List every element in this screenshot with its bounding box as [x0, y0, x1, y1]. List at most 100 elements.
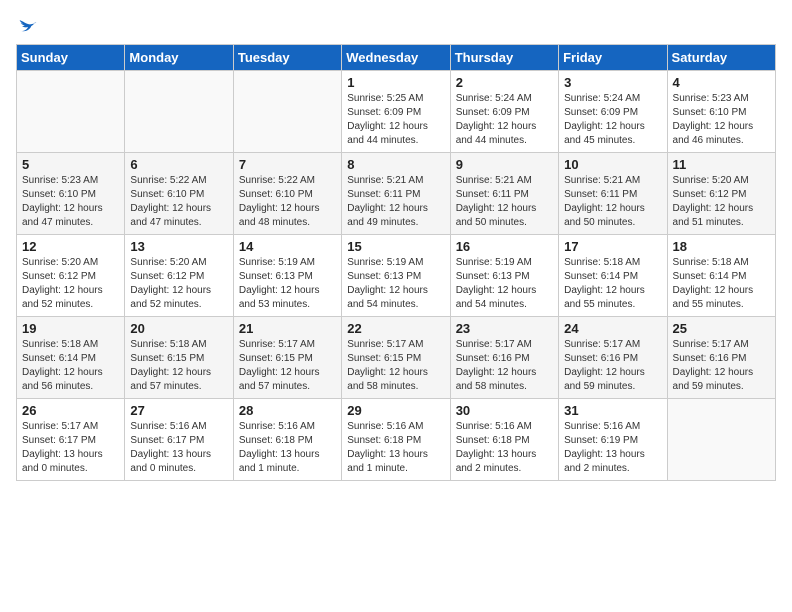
calendar-cell: 14Sunrise: 5:19 AM Sunset: 6:13 PM Dayli…: [233, 235, 341, 317]
calendar-cell: 19 Sunrise: 5:18 AM Sunset: 6:14 PM Dayli…: [17, 317, 125, 399]
day-number: 12: [22, 239, 119, 254]
day-number: 22: [347, 321, 444, 336]
calendar-cell: 31 Sunrise: 5:16 AM Sunset: 6:19 PM Dayli…: [559, 399, 667, 481]
day-number: 1: [347, 75, 444, 90]
day-info: Sunrise: 5:16 AM Sunset: 6:18 PM Dayligh…: [456, 420, 553, 476]
calendar-dow-saturday: Saturday: [667, 45, 775, 71]
calendar-week-row: 1 Sunrise: 5:25 AM Sunset: 6:09 PM Daylig…: [17, 71, 776, 153]
calendar-cell: 5 Sunrise: 5:23 AM Sunset: 6:10 PM Daylig…: [17, 153, 125, 235]
day-number: 21: [239, 321, 336, 336]
calendar-cell: 22 Sunrise: 5:17 AM Sunset: 6:15 PM Dayli…: [342, 317, 450, 399]
day-number: 28: [239, 403, 336, 418]
day-number: 31: [564, 403, 661, 418]
calendar-week-row: 19 Sunrise: 5:18 AM Sunset: 6:14 PM Dayli…: [17, 317, 776, 399]
day-info: Sunrise: 5:18 AM Sunset: 6:15 PM Dayligh…: [130, 338, 227, 394]
logo: [16, 16, 38, 36]
calendar-cell: 12 Sunrise: 5:20 AM Sunset: 6:12 PM Dayli…: [17, 235, 125, 317]
day-info: Sunrise: 5:17 AM Sunset: 6:15 PM Dayligh…: [239, 338, 336, 394]
day-info: Sunrise: 5:18 AM Sunset: 6:14 PM Dayligh…: [673, 256, 770, 312]
day-info: Sunrise: 5:17 AM Sunset: 6:17 PM Dayligh…: [22, 420, 119, 476]
calendar-dow-friday: Friday: [559, 45, 667, 71]
day-info: Sunrise: 5:18 AM Sunset: 6:14 PM Dayligh…: [564, 256, 661, 312]
calendar-cell: 11 Sunrise: 5:20 AM Sunset: 6:12 PM Dayli…: [667, 153, 775, 235]
day-info: Sunrise: 5:16 AM Sunset: 6:18 PM Dayligh…: [347, 420, 444, 476]
calendar-cell: [125, 71, 233, 153]
logo-bird-icon: [18, 16, 38, 36]
calendar-cell: 4Sunrise: 5:23 AM Sunset: 6:10 PM Daylig…: [667, 71, 775, 153]
day-info: Sunrise: 5:18 AM Sunset: 6:14 PM Dayligh…: [22, 338, 119, 394]
calendar-cell: [17, 71, 125, 153]
calendar-cell: 18 Sunrise: 5:18 AM Sunset: 6:14 PM Dayli…: [667, 235, 775, 317]
day-info: Sunrise: 5:24 AM Sunset: 6:09 PM Dayligh…: [456, 92, 553, 148]
day-number: 3: [564, 75, 661, 90]
day-info: Sunrise: 5:17 AM Sunset: 6:15 PM Dayligh…: [347, 338, 444, 394]
calendar-cell: 30 Sunrise: 5:16 AM Sunset: 6:18 PM Dayli…: [450, 399, 558, 481]
calendar-table: SundayMondayTuesdayWednesdayThursdayFrid…: [16, 44, 776, 481]
calendar-dow-wednesday: Wednesday: [342, 45, 450, 71]
calendar-cell: 24 Sunrise: 5:17 AM Sunset: 6:16 PM Dayli…: [559, 317, 667, 399]
calendar-cell: 10 Sunrise: 5:21 AM Sunset: 6:11 PM Dayli…: [559, 153, 667, 235]
day-number: 15: [347, 239, 444, 254]
calendar-cell: 23Sunrise: 5:17 AM Sunset: 6:16 PM Dayli…: [450, 317, 558, 399]
day-info: Sunrise: 5:21 AM Sunset: 6:11 PM Dayligh…: [347, 174, 444, 230]
day-number: 14: [239, 239, 336, 254]
day-number: 2: [456, 75, 553, 90]
day-info: Sunrise: 5:23 AM Sunset: 6:10 PM Dayligh…: [22, 174, 119, 230]
day-info: Sunrise: 5:17 AM Sunset: 6:16 PM Dayligh…: [564, 338, 661, 394]
calendar-cell: 1 Sunrise: 5:25 AM Sunset: 6:09 PM Daylig…: [342, 71, 450, 153]
calendar-cell: [667, 399, 775, 481]
day-info: Sunrise: 5:24 AM Sunset: 6:09 PM Dayligh…: [564, 92, 661, 148]
day-info: Sunrise: 5:16 AM Sunset: 6:18 PM Dayligh…: [239, 420, 336, 476]
calendar-week-row: 26Sunrise: 5:17 AM Sunset: 6:17 PM Dayli…: [17, 399, 776, 481]
calendar-cell: [233, 71, 341, 153]
day-number: 10: [564, 157, 661, 172]
calendar-cell: 2 Sunrise: 5:24 AM Sunset: 6:09 PM Daylig…: [450, 71, 558, 153]
day-info: Sunrise: 5:20 AM Sunset: 6:12 PM Dayligh…: [673, 174, 770, 230]
calendar-cell: 21 Sunrise: 5:17 AM Sunset: 6:15 PM Dayli…: [233, 317, 341, 399]
day-info: Sunrise: 5:17 AM Sunset: 6:16 PM Dayligh…: [673, 338, 770, 394]
day-info: Sunrise: 5:21 AM Sunset: 6:11 PM Dayligh…: [456, 174, 553, 230]
day-info: Sunrise: 5:21 AM Sunset: 6:11 PM Dayligh…: [564, 174, 661, 230]
calendar-cell: 29Sunrise: 5:16 AM Sunset: 6:18 PM Dayli…: [342, 399, 450, 481]
day-info: Sunrise: 5:16 AM Sunset: 6:17 PM Dayligh…: [130, 420, 227, 476]
calendar-cell: 15 Sunrise: 5:19 AM Sunset: 6:13 PM Dayli…: [342, 235, 450, 317]
day-info: Sunrise: 5:23 AM Sunset: 6:10 PM Dayligh…: [673, 92, 770, 148]
calendar-dow-sunday: Sunday: [17, 45, 125, 71]
day-number: 17: [564, 239, 661, 254]
day-number: 20: [130, 321, 227, 336]
day-number: 11: [673, 157, 770, 172]
page-header: [16, 16, 776, 36]
day-info: Sunrise: 5:16 AM Sunset: 6:19 PM Dayligh…: [564, 420, 661, 476]
calendar-week-row: 5 Sunrise: 5:23 AM Sunset: 6:10 PM Daylig…: [17, 153, 776, 235]
calendar-cell: 27 Sunrise: 5:16 AM Sunset: 6:17 PM Dayli…: [125, 399, 233, 481]
day-info: Sunrise: 5:20 AM Sunset: 6:12 PM Dayligh…: [22, 256, 119, 312]
calendar-dow-monday: Monday: [125, 45, 233, 71]
day-number: 25: [673, 321, 770, 336]
calendar-cell: 7Sunrise: 5:22 AM Sunset: 6:10 PM Daylig…: [233, 153, 341, 235]
calendar-cell: 25 Sunrise: 5:17 AM Sunset: 6:16 PM Dayli…: [667, 317, 775, 399]
day-info: Sunrise: 5:22 AM Sunset: 6:10 PM Dayligh…: [130, 174, 227, 230]
day-info: Sunrise: 5:25 AM Sunset: 6:09 PM Dayligh…: [347, 92, 444, 148]
calendar-dow-thursday: Thursday: [450, 45, 558, 71]
day-number: 7: [239, 157, 336, 172]
day-number: 19: [22, 321, 119, 336]
day-number: 5: [22, 157, 119, 172]
calendar-cell: 28 Sunrise: 5:16 AM Sunset: 6:18 PM Dayli…: [233, 399, 341, 481]
calendar-cell: 13 Sunrise: 5:20 AM Sunset: 6:12 PM Dayli…: [125, 235, 233, 317]
day-number: 13: [130, 239, 227, 254]
calendar-week-row: 12 Sunrise: 5:20 AM Sunset: 6:12 PM Dayli…: [17, 235, 776, 317]
day-number: 24: [564, 321, 661, 336]
calendar-header-row: SundayMondayTuesdayWednesdayThursdayFrid…: [17, 45, 776, 71]
day-info: Sunrise: 5:20 AM Sunset: 6:12 PM Dayligh…: [130, 256, 227, 312]
day-info: Sunrise: 5:19 AM Sunset: 6:13 PM Dayligh…: [347, 256, 444, 312]
day-number: 30: [456, 403, 553, 418]
day-number: 18: [673, 239, 770, 254]
calendar-cell: 6 Sunrise: 5:22 AM Sunset: 6:10 PM Daylig…: [125, 153, 233, 235]
day-number: 6: [130, 157, 227, 172]
day-number: 8: [347, 157, 444, 172]
calendar-cell: 8 Sunrise: 5:21 AM Sunset: 6:11 PM Daylig…: [342, 153, 450, 235]
day-number: 9: [456, 157, 553, 172]
day-number: 27: [130, 403, 227, 418]
calendar-cell: 26Sunrise: 5:17 AM Sunset: 6:17 PM Dayli…: [17, 399, 125, 481]
calendar-cell: 17 Sunrise: 5:18 AM Sunset: 6:14 PM Dayli…: [559, 235, 667, 317]
